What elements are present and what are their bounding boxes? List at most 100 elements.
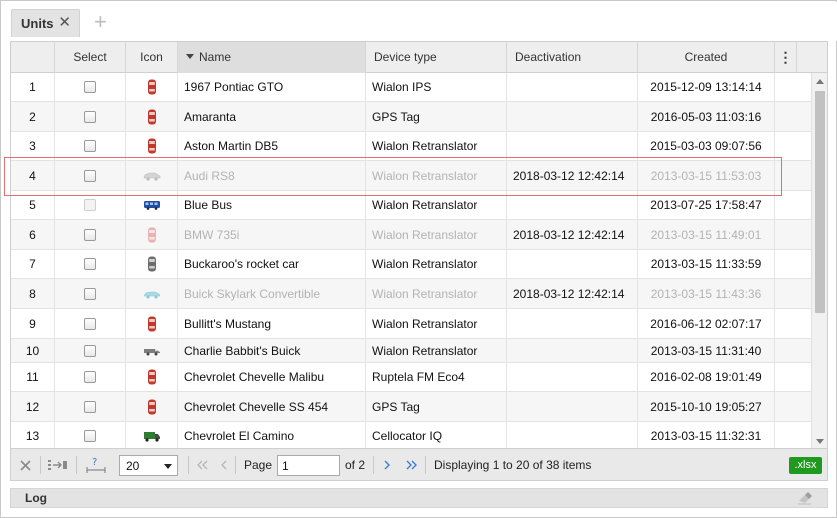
row-checkbox[interactable] <box>84 140 96 152</box>
device-type: Wialon Retranslator <box>366 161 507 190</box>
table-row[interactable]: 7 Buckaroo's rocket car Wialon Retranslato… <box>11 250 811 279</box>
unit-name: Aston Martin DB5 <box>178 132 366 160</box>
add-tab-icon[interactable]: + <box>94 11 107 33</box>
unit-name: Chevrolet Chevelle SS 454 <box>178 392 366 421</box>
table-row[interactable]: 8 Buick Skylark Convertible Wialon Retrans… <box>11 279 811 309</box>
group-rows-icon[interactable] <box>48 449 68 481</box>
page-number-input[interactable] <box>277 455 340 476</box>
device-type: Wialon Retranslator <box>366 250 507 278</box>
header-name-label: Name <box>199 50 232 64</box>
table-row[interactable]: 11 Chevrolet Chevelle Malibu Ruptela FM Ec… <box>11 363 811 392</box>
table-row[interactable]: 4 Audi RS8 Wialon Retranslator 2018-03-12 1… <box>11 161 811 191</box>
row-select-cell <box>55 363 126 391</box>
header-number <box>11 42 55 73</box>
row-checkbox[interactable] <box>84 429 96 442</box>
row-checkbox[interactable] <box>84 344 96 357</box>
svg-text:?: ? <box>92 457 97 468</box>
eraser-icon[interactable] <box>797 492 813 508</box>
device-type: Wialon IPS <box>366 73 507 101</box>
header-created[interactable]: Created <box>638 42 775 73</box>
deactivation-date <box>507 392 638 421</box>
table-row[interactable]: 13 Chevrolet El Camino Cellocator IQ 2013-0… <box>11 422 811 448</box>
device-type: Wialon Retranslator <box>366 339 507 362</box>
row-checkbox[interactable] <box>84 400 96 413</box>
deactivation-date <box>507 309 638 338</box>
scroll-down-icon[interactable] <box>816 439 824 444</box>
unit-icon-cell <box>126 161 178 190</box>
table-row[interactable]: 5 Blue Bus Wialon Retranslator 2013-07-25 1… <box>11 191 811 220</box>
row-number: 10 <box>11 339 55 362</box>
unit-name: Audi RS8 <box>178 161 366 190</box>
gray-van-icon <box>143 346 161 356</box>
created-date: 2015-03-03 09:07:56 <box>638 132 775 160</box>
header-select[interactable]: Select <box>55 42 126 73</box>
page-label: Page <box>244 458 273 472</box>
page-size-select[interactable]: 20 <box>119 455 178 476</box>
next-page-icon[interactable] <box>383 449 391 481</box>
scrollbar-thumb[interactable] <box>815 91 825 313</box>
device-type: Wialon Retranslator <box>366 191 507 219</box>
created-date: 2013-03-15 11:31:40 <box>638 339 775 362</box>
last-page-icon[interactable] <box>405 449 417 481</box>
row-checkbox[interactable] <box>84 258 96 270</box>
table-row[interactable]: 1 1967 Pontiac GTO Wialon IPS 2015-12-09 13… <box>11 73 811 102</box>
unit-icon-cell <box>126 363 178 391</box>
deactivation-date <box>507 132 638 160</box>
row-select-cell <box>55 220 126 249</box>
row-checkbox[interactable] <box>84 287 96 300</box>
device-type: GPS Tag <box>366 392 507 421</box>
prev-page-icon[interactable] <box>220 449 228 481</box>
table-row[interactable]: 12 Chevrolet Chevelle SS 454 GPS Tag 2015-1… <box>11 392 811 422</box>
deactivation-date <box>507 339 638 362</box>
log-panel-header[interactable]: Log <box>10 488 828 508</box>
column-menu-icon[interactable]: ⋮ <box>775 42 797 73</box>
device-type: Cellocator IQ <box>366 422 507 448</box>
deactivation-date: 2018-03-12 12:42:14 <box>507 161 638 190</box>
tab-units[interactable]: Units ✕ <box>11 9 80 37</box>
clear-selection-icon[interactable] <box>20 449 31 481</box>
table-row[interactable]: 10 Charlie Babbit's Buick Wialon Retransla… <box>11 339 811 363</box>
first-page-icon[interactable] <box>197 449 209 481</box>
tab-bar: Units ✕ + <box>2 2 837 41</box>
deactivation-date <box>507 73 638 101</box>
close-icon[interactable]: ✕ <box>58 15 71 31</box>
table-row[interactable]: 2 Amaranta GPS Tag 2016-05-03 11:03:16 <box>11 102 811 132</box>
vertical-scrollbar[interactable] <box>811 73 827 448</box>
created-date: 2013-03-15 11:49:01 <box>638 220 775 249</box>
table-row[interactable]: 6 BMW 735i Wialon Retranslator 2018-03-12 1… <box>11 220 811 250</box>
row-number: 3 <box>11 132 55 160</box>
deactivation-date <box>507 363 638 391</box>
red-car-icon <box>147 369 157 385</box>
created-date: 2013-03-15 11:33:59 <box>638 250 775 278</box>
unit-name: 1967 Pontiac GTO <box>178 73 366 101</box>
gray-sedan-icon <box>143 171 161 181</box>
header-icon[interactable]: Icon <box>126 42 178 73</box>
row-number: 13 <box>11 422 55 448</box>
autosize-columns-icon[interactable]: ? <box>86 449 106 481</box>
created-date: 2013-03-15 11:32:31 <box>638 422 775 448</box>
row-number: 11 <box>11 363 55 391</box>
table-row[interactable]: 3 Aston Martin DB5 Wialon Retranslator 2015… <box>11 132 811 161</box>
device-type: Wialon Retranslator <box>366 279 507 308</box>
header-name[interactable]: Name <box>178 42 366 73</box>
row-checkbox[interactable] <box>84 228 96 241</box>
unit-name: Charlie Babbit's Buick <box>178 339 366 362</box>
displaying-info: Displaying 1 to 20 of 38 items <box>434 458 592 472</box>
unit-name: Buick Skylark Convertible <box>178 279 366 308</box>
red-car-icon <box>147 399 157 415</box>
cyan-car-icon <box>142 289 161 299</box>
row-checkbox[interactable] <box>84 169 96 182</box>
row-checkbox[interactable] <box>84 371 96 383</box>
row-checkbox[interactable] <box>84 110 96 123</box>
unit-icon-cell <box>126 339 178 362</box>
header-device-type[interactable]: Device type <box>366 42 507 73</box>
row-select-cell <box>55 339 126 362</box>
scroll-up-icon[interactable] <box>816 79 824 84</box>
red-car-icon <box>147 138 157 154</box>
row-number: 12 <box>11 392 55 421</box>
row-checkbox[interactable] <box>84 317 96 330</box>
table-row[interactable]: 9 Bullitt's Mustang Wialon Retranslator 201… <box>11 309 811 339</box>
export-xlsx-button[interactable]: .xlsx <box>789 457 822 474</box>
row-checkbox[interactable] <box>84 81 96 93</box>
header-deactivation[interactable]: Deactivation <box>507 42 638 73</box>
